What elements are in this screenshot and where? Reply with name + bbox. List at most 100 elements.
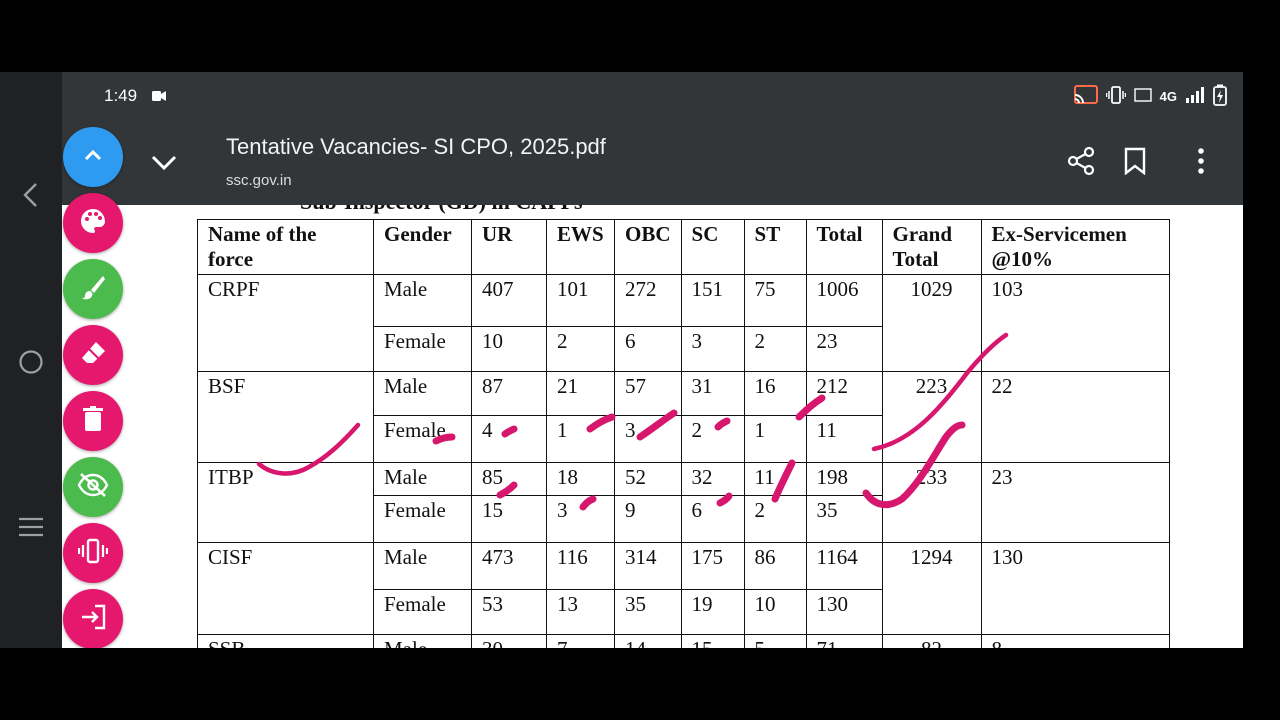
value-cell: 212	[805, 371, 883, 416]
value-cell: 3	[614, 415, 682, 463]
value-cell: 2	[743, 495, 807, 543]
value-cell: 6	[680, 495, 745, 543]
status-time: 1:49	[104, 86, 138, 105]
delete-button[interactable]	[63, 391, 123, 451]
value-cell: 151	[680, 274, 745, 327]
value-cell: 15	[471, 495, 547, 543]
pdf-page[interactable]: Sub-Inspector (GD) in CAPFs Name of the …	[62, 189, 1243, 648]
value-cell: 7	[546, 634, 615, 648]
value-cell: 1	[743, 415, 807, 463]
grand-total-cell: 1029	[881, 274, 982, 372]
value-cell: 314	[614, 542, 682, 590]
col-header: Gender	[373, 219, 472, 275]
cast-icon	[1073, 85, 1098, 108]
palette-button[interactable]	[63, 193, 123, 253]
value-cell: 11	[743, 462, 807, 496]
force-name-cell: ITBP	[197, 462, 374, 543]
grand-total-cell: 1294	[881, 542, 982, 635]
value-cell: 2	[743, 326, 807, 372]
value-cell: 9	[614, 495, 682, 543]
grand-total-cell: 82	[881, 634, 982, 648]
value-cell: 272	[614, 274, 682, 327]
exit-icon	[79, 603, 107, 636]
value-cell: 19	[680, 589, 745, 635]
value-cell: 13	[546, 589, 615, 635]
gender-cell: Male	[373, 274, 472, 327]
value-cell: 16	[743, 371, 807, 416]
trash-icon	[81, 405, 105, 438]
value-cell: 57	[614, 371, 682, 416]
value-cell: 30	[471, 634, 547, 648]
value-cell: 407	[471, 274, 547, 327]
value-cell: 85	[471, 462, 547, 496]
gender-cell: Female	[373, 326, 472, 372]
collapse-button[interactable]	[63, 127, 123, 187]
force-name-cell: BSF	[197, 371, 374, 463]
force-name-cell: CISF	[197, 542, 374, 635]
back-icon[interactable]	[0, 180, 62, 210]
vibrate-icon	[77, 537, 109, 570]
force-name-cell: CRPF	[197, 274, 374, 372]
value-cell: 86	[743, 542, 807, 590]
value-cell: 473	[471, 542, 547, 590]
grand-total-cell: 223	[881, 371, 982, 463]
pdf-viewer-screen: Sub-Inspector (GD) in CAPFs Name of the …	[62, 72, 1243, 648]
battery-icon	[1213, 84, 1227, 109]
value-cell: 10	[743, 589, 807, 635]
value-cell: 116	[546, 542, 615, 590]
col-header: OBC	[614, 219, 682, 275]
exit-button[interactable]	[63, 589, 123, 648]
value-cell: 52	[614, 462, 682, 496]
home-icon[interactable]	[0, 347, 62, 377]
value-cell: 1006	[805, 274, 883, 327]
table-row: BSF Male 87 21 57 31 16 212 223 22	[197, 371, 1170, 463]
chevron-down-icon[interactable]	[148, 147, 180, 179]
value-cell: 11	[805, 415, 883, 463]
ex-servicemen-cell: 8	[980, 634, 1170, 648]
vibrate-button[interactable]	[63, 523, 123, 583]
value-cell: 14	[614, 634, 682, 648]
app-bar: 1:49 4G Tentative Vacancies- SI CPO, 202…	[62, 72, 1243, 205]
hide-button[interactable]	[63, 457, 123, 517]
more-options-icon[interactable]	[1184, 144, 1218, 178]
ex-servicemen-cell: 130	[980, 542, 1170, 635]
value-cell: 21	[546, 371, 615, 416]
value-cell: 87	[471, 371, 547, 416]
gender-cell: Male	[373, 462, 472, 496]
bookmark-icon[interactable]	[1118, 144, 1152, 178]
ex-servicemen-cell: 103	[980, 274, 1170, 372]
gender-cell: Female	[373, 415, 472, 463]
chevron-up-icon	[81, 143, 105, 172]
value-cell: 4	[471, 415, 547, 463]
grand-total-cell: 233	[881, 462, 982, 543]
value-cell: 175	[680, 542, 745, 590]
value-cell: 130	[805, 589, 883, 635]
value-cell: 198	[805, 462, 883, 496]
value-cell: 101	[546, 274, 615, 327]
table-row: CISF Male 473 116 314 175 86 1164 1294 130	[197, 542, 1170, 635]
eraser-button[interactable]	[63, 325, 123, 385]
pen-button[interactable]	[63, 259, 123, 319]
gender-cell: Female	[373, 589, 472, 635]
gender-cell: Male	[373, 634, 472, 648]
recents-icon[interactable]	[0, 512, 62, 542]
value-cell: 1164	[805, 542, 883, 590]
document-source: ssc.gov.in	[226, 172, 292, 189]
vacancy-table: Name of the force Gender UR EWS OBC SC S…	[197, 219, 1170, 648]
share-icon[interactable]	[1064, 144, 1098, 178]
value-cell: 71	[805, 634, 883, 648]
volte-icon	[1133, 86, 1152, 107]
col-header: Grand Total	[881, 219, 982, 275]
gender-cell: Female	[373, 495, 472, 543]
col-header: SC	[680, 219, 745, 275]
value-cell: 32	[680, 462, 745, 496]
system-nav-bar	[0, 72, 62, 648]
eraser-icon	[79, 339, 107, 372]
value-cell: 3	[546, 495, 615, 543]
value-cell: 53	[471, 589, 547, 635]
value-cell: 2	[546, 326, 615, 372]
table-row: ITBP Male 85 18 52 32 11 198 233 23	[197, 462, 1170, 543]
value-cell: 15	[680, 634, 745, 648]
value-cell: 31	[680, 371, 745, 416]
status-icons: 4G	[1073, 84, 1227, 109]
